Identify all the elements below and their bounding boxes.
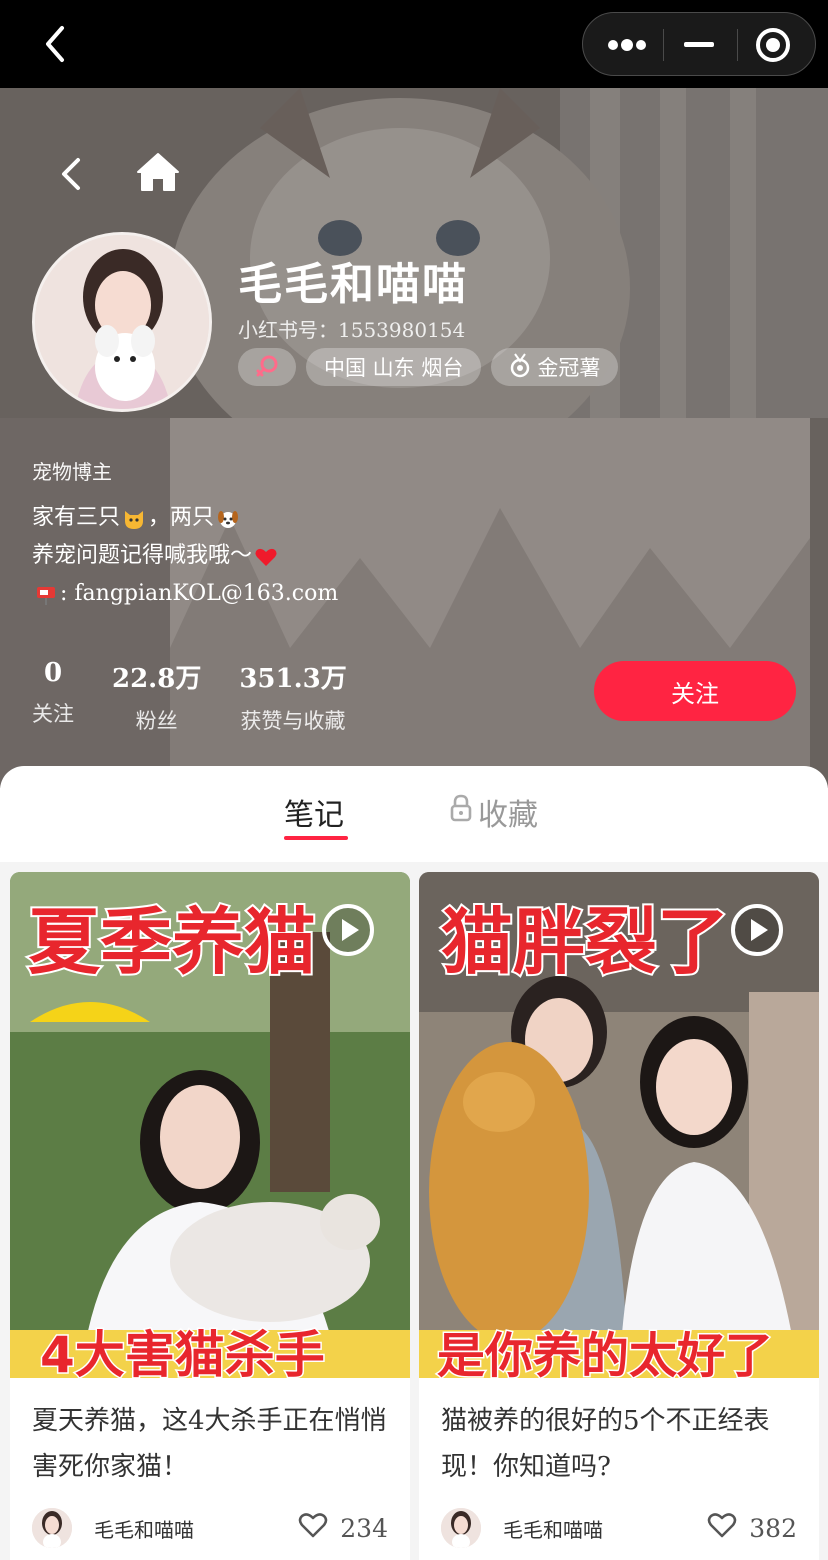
back-icon[interactable]: [36, 22, 76, 66]
cover-headline: 猫胖裂了: [441, 900, 729, 984]
bio-line-2: 养宠问题记得喊我哦～: [32, 537, 338, 575]
like-count: 234: [340, 1513, 388, 1543]
dog-emoji-icon: [216, 506, 240, 530]
top-bar: [0, 0, 828, 88]
profile-header: 毛毛和喵喵 小红书号：1553980154 中国 山东 烟台 金冠薯 宠物博主 …: [0, 88, 828, 788]
note-title[interactable]: 猫被养的很好的5个不正经表现！你知道吗?: [441, 1398, 797, 1490]
location-tag: 中国 山东 烟台: [306, 348, 482, 386]
red-id: 小红书号：1553980154: [238, 318, 466, 342]
heart-icon: [298, 1511, 328, 1545]
play-icon: [729, 902, 785, 958]
like-count: 382: [749, 1513, 797, 1543]
note-cover[interactable]: 夏季养猫 4大害猫杀手: [10, 872, 410, 1378]
heart-icon: [707, 1511, 737, 1545]
badge-tag-label: 金冠薯: [537, 356, 601, 380]
lock-icon: [450, 794, 472, 830]
note-footer: 毛毛和喵喵 382: [441, 1500, 797, 1556]
cover-headline: 夏季养猫: [28, 900, 316, 984]
bio-line-3: : fangpianKOL@163.com: [32, 575, 338, 613]
notes-grid: 夏季养猫 4大害猫杀手 夏天养猫，这4大杀手正在悄悄害死你家猫！ 毛毛和喵喵 2…: [0, 862, 828, 1560]
cat-emoji-icon: [122, 506, 146, 530]
stat-fans[interactable]: 22.8万 粉丝: [112, 658, 201, 735]
play-icon: [320, 902, 376, 958]
stat-following[interactable]: 0 关注: [32, 658, 74, 735]
follow-button[interactable]: 关注: [594, 661, 796, 721]
cover-bottom-text: 4大害猫杀手: [40, 1326, 325, 1378]
nickname: 毛毛和喵喵: [238, 259, 468, 310]
role-label: 宠物博主: [32, 460, 112, 484]
note-card[interactable]: 夏季养猫 4大害猫杀手 夏天养猫，这4大杀手正在悄悄害死你家猫！ 毛毛和喵喵 2…: [10, 872, 410, 1560]
avatar[interactable]: [32, 232, 212, 412]
note-title[interactable]: 夏天养猫，这4大杀手正在悄悄害死你家猫！: [32, 1398, 388, 1490]
author-name[interactable]: 毛毛和喵喵: [94, 1514, 194, 1543]
cover-bottom-text: 是你养的太好了: [437, 1328, 773, 1378]
stat-likes-collects[interactable]: 351.3万 获赞与收藏: [239, 658, 346, 735]
tab-collections[interactable]: 收藏: [450, 790, 538, 834]
gender-female-icon: [238, 348, 296, 386]
bio: 宠物博主 家有三只 ，两只 养宠问题记得喊我哦～ : fangpianKOL@1…: [32, 456, 338, 613]
mailbox-emoji-icon: [34, 582, 58, 606]
author-name[interactable]: 毛毛和喵喵: [503, 1514, 603, 1543]
tab-notes[interactable]: 笔记: [284, 790, 344, 834]
like-button[interactable]: 234: [298, 1511, 388, 1545]
capsule-menu: [582, 12, 816, 76]
stats: 0 关注 22.8万 粉丝 351.3万 获赞与收藏: [32, 658, 385, 735]
badge-tag: 金冠薯: [491, 348, 619, 386]
home-icon[interactable]: [134, 150, 182, 194]
profile-back-icon[interactable]: [56, 154, 88, 194]
like-button[interactable]: 382: [707, 1511, 797, 1545]
medal-icon: [509, 352, 531, 383]
author-avatar[interactable]: [441, 1508, 481, 1548]
close-target-icon[interactable]: [735, 13, 811, 77]
tab-active-indicator: [284, 836, 348, 840]
bio-line-1: 家有三只 ，两只: [32, 499, 338, 537]
note-cover[interactable]: 猫胖裂了 是你养的太好了: [419, 872, 819, 1378]
note-footer: 毛毛和喵喵 234: [32, 1500, 388, 1556]
more-icon[interactable]: [589, 13, 665, 77]
profile-tags: 中国 山东 烟台 金冠薯: [238, 348, 619, 386]
author-avatar[interactable]: [32, 1508, 72, 1548]
heart-emoji-icon: [254, 544, 278, 568]
content-tabs: 笔记 收藏: [0, 766, 828, 862]
note-card[interactable]: 猫胖裂了 是你养的太好了 猫被养的很好的5个不正经表现！你知道吗? 毛毛和喵喵 …: [419, 872, 819, 1560]
minimize-icon[interactable]: [661, 13, 737, 77]
